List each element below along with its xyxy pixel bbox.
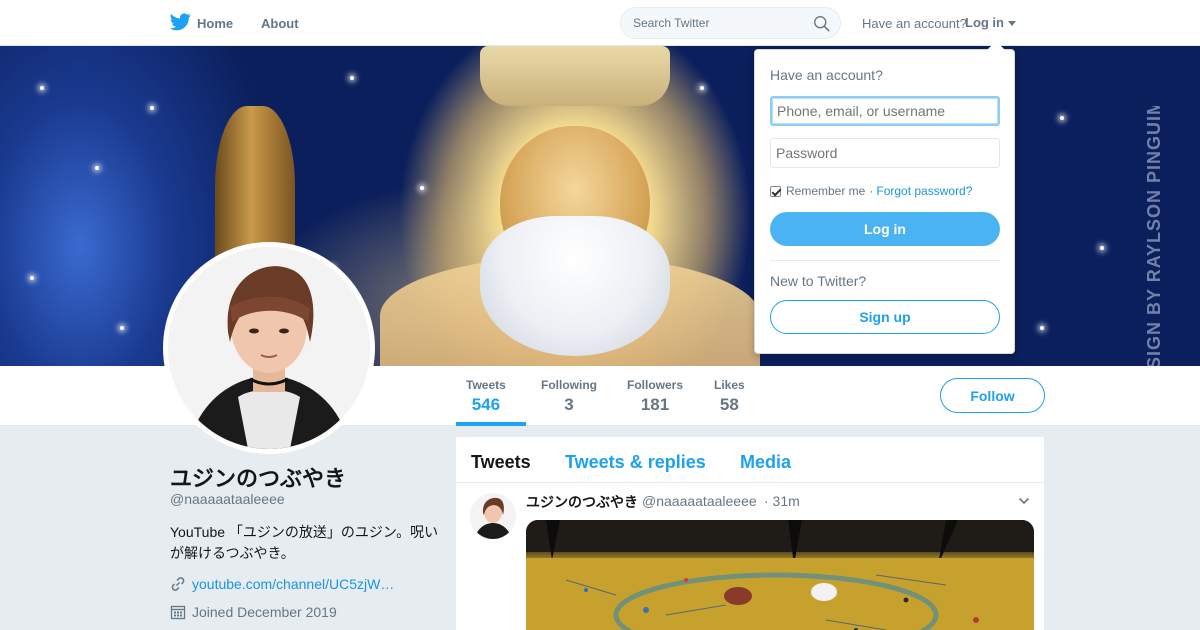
login-dropdown-toggle[interactable]: Log in <box>965 15 1004 30</box>
banner-star <box>1040 326 1044 330</box>
dropdown-divider <box>770 260 1000 261</box>
follow-button[interactable]: Follow <box>940 378 1045 413</box>
dropdown-title: Have an account? <box>770 67 883 83</box>
banner-star <box>1100 246 1104 250</box>
stat-value: 58 <box>719 395 739 414</box>
stat-following[interactable]: Following 3 <box>541 378 597 415</box>
tweet-media-image[interactable] <box>526 520 1034 630</box>
stat-likes[interactable]: Likes 58 <box>714 378 745 415</box>
profile-screen-name[interactable]: @naaaaataaleeee <box>170 491 285 507</box>
timeline-tabs: Tweets Tweets & replies Media <box>456 437 1044 483</box>
tweet-author-avatar[interactable] <box>470 493 516 539</box>
banner-star <box>95 166 99 170</box>
signup-button[interactable]: Sign up <box>770 300 1000 334</box>
stat-label: Following <box>541 378 597 392</box>
calendar-icon <box>170 605 186 620</box>
nav-home-link[interactable]: Home <box>197 16 233 31</box>
password-field[interactable] <box>770 138 1000 168</box>
search-box[interactable]: Search Twitter <box>620 7 841 39</box>
profile-bio: YouTube 「ユジンの放送」のユジン。呪いが解けるつぶやき。 <box>170 524 439 561</box>
stat-followers[interactable]: Followers 181 <box>627 378 683 415</box>
joined-date-text: Joined December 2019 <box>192 604 337 620</box>
search-input[interactable]: Search Twitter <box>633 16 709 30</box>
banner-watermark: DESIGN BY RAYLSON PINGUIM <box>1144 106 1164 366</box>
stat-label: Tweets <box>466 378 506 392</box>
nav-about-link[interactable]: About <box>261 16 299 31</box>
username-field[interactable] <box>770 96 1000 126</box>
dropdown-caret <box>987 41 1005 50</box>
top-nav-bar: Home About Search Twitter Have an accoun… <box>0 0 1200 46</box>
stat-value: 3 <box>564 395 574 414</box>
login-dropdown: Have an account? Remember me · Forgot pa… <box>754 41 1015 354</box>
separator-dot: · <box>869 184 874 198</box>
remember-me-row: Remember me · Forgot password? <box>770 184 972 198</box>
caret-down-icon[interactable] <box>1008 21 1016 26</box>
tweet-media-painting <box>526 520 1034 630</box>
banner-star <box>30 276 34 280</box>
banner-star <box>700 86 704 90</box>
forgot-password-link[interactable]: Forgot password? <box>876 184 972 198</box>
remember-me-label[interactable]: Remember me <box>786 184 865 198</box>
profile-display-name[interactable]: ユジンのつぶやき <box>170 461 346 493</box>
banner-star <box>120 326 124 330</box>
tab-tweets-replies[interactable]: Tweets & replies <box>565 452 706 473</box>
banner-star <box>420 186 424 190</box>
twitter-bird-icon[interactable] <box>170 13 191 31</box>
tweet-author-name[interactable]: ユジンのつぶやき <box>526 492 638 512</box>
banner-crown-shape <box>480 46 670 106</box>
avatar-portrait <box>168 247 370 449</box>
active-tab-underline <box>456 422 526 426</box>
avatar-photo <box>168 247 370 449</box>
banner-star <box>150 106 154 110</box>
banner-beard-shape <box>480 216 670 356</box>
banner-star <box>350 76 354 80</box>
stat-value: 546 <box>471 395 501 414</box>
chevron-down-icon[interactable] <box>1018 495 1030 507</box>
stat-tweets[interactable]: Tweets 546 <box>466 378 506 415</box>
tab-tweets[interactable]: Tweets <box>471 452 531 473</box>
svg-text:DESIGN BY RAYLSON PINGUIM: DESIGN BY RAYLSON PINGUIM <box>1144 106 1164 366</box>
tweet-timestamp[interactable]: · 31m <box>764 493 800 509</box>
profile-url-row: youtube.com/channel/UC5zjW… <box>170 576 394 592</box>
profile-url-link[interactable]: youtube.com/channel/UC5zjW… <box>192 576 394 592</box>
joined-date-row: Joined December 2019 <box>170 604 337 620</box>
search-icon[interactable] <box>813 15 830 32</box>
timeline: Tweets Tweets & replies Media ユジンのつぶやき @… <box>456 437 1044 630</box>
link-icon <box>171 577 185 591</box>
new-to-twitter-text: New to Twitter? <box>770 273 867 289</box>
profile-avatar[interactable] <box>163 242 375 454</box>
banner-star <box>40 86 44 90</box>
banner-star <box>1060 116 1064 120</box>
tab-media[interactable]: Media <box>740 452 791 473</box>
stat-value: 181 <box>640 395 670 414</box>
have-account-text: Have an account? <box>862 16 967 31</box>
stat-label: Followers <box>627 378 684 392</box>
stat-label: Likes <box>714 378 745 392</box>
login-button[interactable]: Log in <box>770 212 1000 246</box>
remember-me-checkbox[interactable] <box>770 185 781 197</box>
tweet-author-handle[interactable]: @naaaaataaleeee <box>642 493 757 509</box>
